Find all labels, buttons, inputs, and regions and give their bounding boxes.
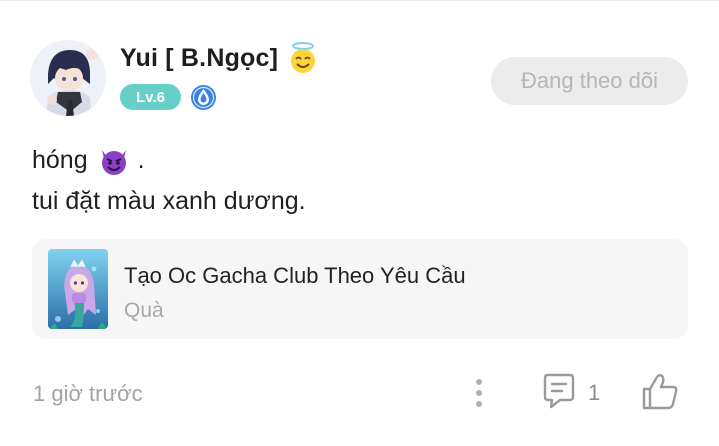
following-button[interactable]: Đang theo dõi [491, 57, 688, 105]
author-row: Yui [ B.Ngọc] [120, 40, 320, 76]
author-name[interactable]: Yui [ B.Ngọc] [120, 44, 278, 73]
linked-post-title: Tạo Oc Gacha Club Theo Yêu Cầu [124, 263, 466, 288]
avatar[interactable] [30, 40, 106, 116]
blue-drop-badge-icon [190, 84, 217, 111]
avatar-image [30, 40, 106, 116]
post-line-1-text: hóng [32, 146, 88, 174]
post-line-1-suffix: . [137, 146, 145, 174]
linked-post-subtitle: Quà [124, 299, 164, 322]
like-icon[interactable] [640, 372, 680, 412]
comment-count: 1 [588, 380, 601, 405]
post-line-1: hóng . [32, 140, 306, 181]
comment-button[interactable]: 1 [540, 373, 600, 413]
comment-icon [540, 372, 578, 415]
level-badge: Lv.6 [120, 84, 181, 110]
top-divider [0, 0, 719, 1]
angel-emoji-icon [286, 41, 320, 75]
post-content: hóng . tui đặt màu xanh dương. [32, 140, 306, 222]
more-vertical-icon[interactable] [468, 376, 490, 410]
linked-post-thumbnail [48, 249, 108, 329]
post-line-2: tui đặt màu xanh dương. [32, 187, 306, 215]
linked-post-card[interactable]: Tạo Oc Gacha Club Theo Yêu Cầu Quà [32, 239, 688, 339]
smiling-devil-emoji-icon [98, 146, 130, 176]
post-timestamp: 1 giờ trước [33, 381, 143, 406]
